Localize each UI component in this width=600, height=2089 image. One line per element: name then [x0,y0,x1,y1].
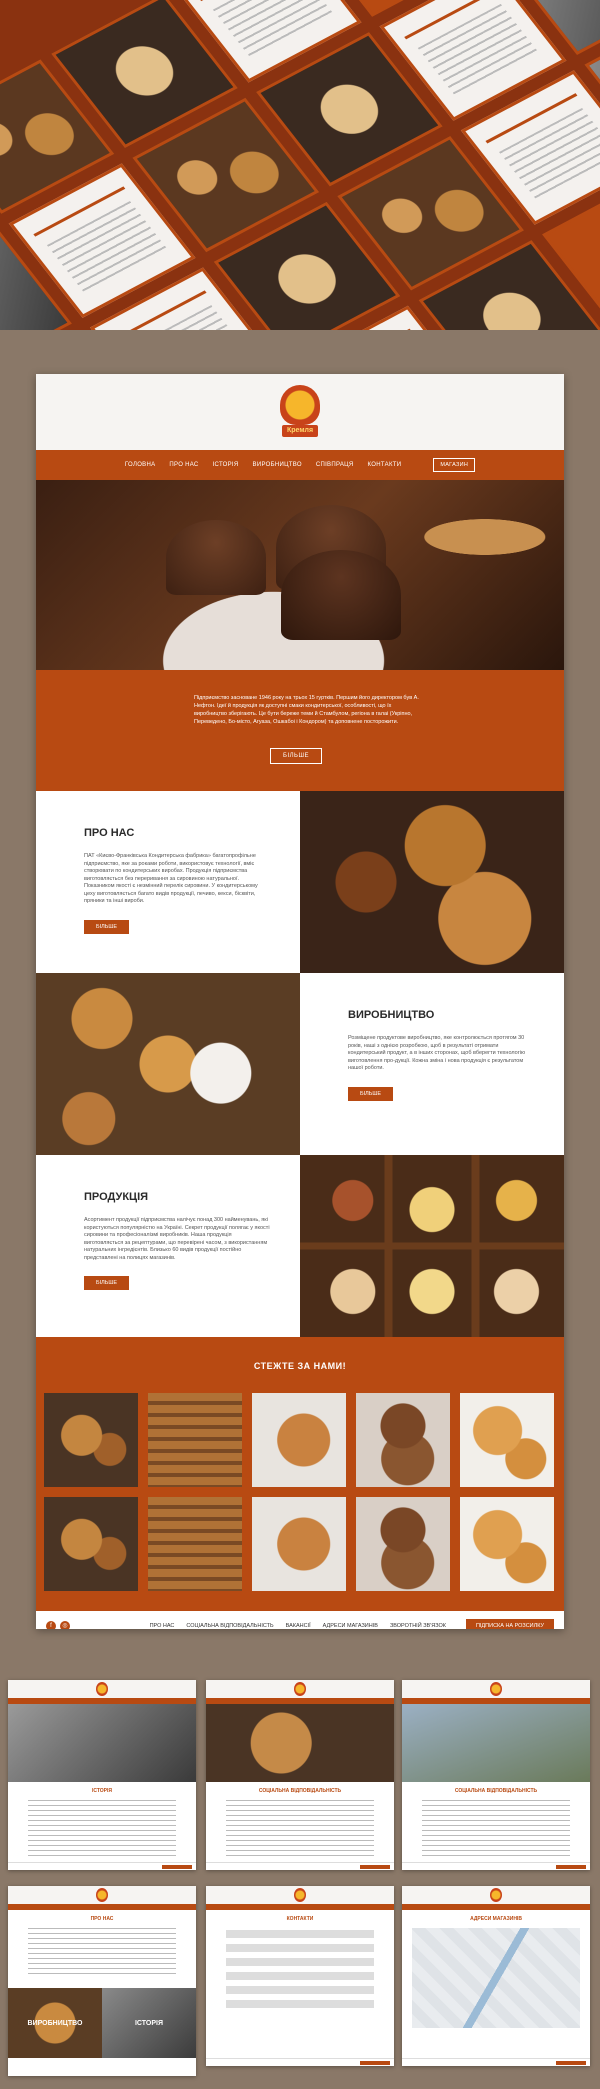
social-photo[interactable] [460,1497,554,1591]
intro-section: Підприємство засноване 1946 року на трьо… [36,670,564,791]
about-more-button[interactable]: БІЛЬШЕ [84,919,130,934]
products-text: Асортимент продукції підприємства налічу… [84,1217,270,1261]
logo-text: Кремля [282,425,318,437]
contact-form [226,1930,374,2010]
about-title: ПРО НАС [84,827,135,839]
page-thumb-about: ПРО НАС ВИРОБНИЦТВО ІСТОРІЯ [8,1886,196,2076]
social-photo[interactable] [44,1497,138,1591]
buns-image [36,973,300,1155]
social-photo[interactable] [356,1393,450,1487]
production-more-button[interactable]: БІЛЬШЕ [348,1086,394,1101]
crown-icon [490,1888,502,1902]
main-nav: ГОЛОВНА ПРО НАС ІСТОРІЯ ВИРОБНИЦТВО СПІВ… [36,450,564,480]
nav-item-about[interactable]: ПРО НАС [169,462,198,468]
subscribe-button[interactable]: ПІДПИСКА НА РОЗСИЛКУ [465,1619,554,1629]
production-text: Розміщене продуктове виробництво, яке ко… [348,1035,526,1071]
intro-more-button[interactable]: БІЛЬШЕ [270,748,322,764]
nav-item-home[interactable]: ГОЛОВНА [125,462,156,468]
social-photo[interactable] [356,1497,450,1591]
intro-text: Підприємство засноване 1946 року на трьо… [194,695,419,725]
thumb-history-label[interactable]: ІСТОРІЯ [102,1988,196,2058]
instagram-icon[interactable]: ◎ [60,1621,70,1629]
preview-collage [0,0,600,330]
about-row: ПРО НАС ПАТ «Києво-Франківська Кондитерс… [36,791,564,973]
production-row: ВИРОБНИЦТВО Розміщене продуктове виробни… [36,973,564,1155]
crown-icon [490,1682,502,1696]
shops-map[interactable] [412,1928,580,2028]
crown-icon [280,385,320,425]
thumb-title: АДРЕСИ МАГАЗИНІВ [470,1916,522,1922]
footer-link-vacancies[interactable]: ВАКАНСІЇ [286,1623,311,1629]
shop-button[interactable]: МАГАЗИН [433,458,476,472]
footer-links: ПРО НАС СОЦІАЛЬНА ВІДПОВІДАЛЬНІСТЬ ВАКАН… [150,1619,554,1629]
thumb-title: ІСТОРІЯ [91,1788,112,1794]
facebook-icon[interactable]: f [46,1621,56,1629]
thumb-title: СОЦІАЛЬНА ВІДПОВІДАЛЬНІСТЬ [454,1788,538,1794]
crown-icon [96,1888,108,1902]
social-photo[interactable] [460,1393,554,1487]
page-thumb-social-2: СОЦІАЛЬНА ВІДПОВІДАЛЬНІСТЬ [402,1680,590,1870]
nav-item-history[interactable]: ІСТОРІЯ [213,462,239,468]
footer-link-social[interactable]: СОЦІАЛЬНА ВІДПОВІДАЛЬНІСТЬ [186,1623,273,1629]
crown-icon [96,1682,108,1696]
header: Кремля [36,374,564,450]
production-text-block: ВИРОБНИЦТВО Розміщене продуктове виробни… [300,973,564,1155]
nav-item-contacts[interactable]: КОНТАКТИ [368,462,402,468]
page-thumb-history: ІСТОРІЯ [8,1680,196,1870]
muffin-image [281,550,401,640]
nav-item-partnership[interactable]: СПІВПРАЦЯ [316,462,354,468]
about-text: ПАТ «Києво-Франківська Кондитерська фабр… [84,853,258,904]
hero-image-muffins [36,480,564,670]
follow-us-section: СТЕЖТЕ ЗА НАМИ! [36,1337,564,1611]
page-thumb-shops: АДРЕСИ МАГАЗИНІВ [402,1886,590,2066]
crown-icon [294,1682,306,1696]
follow-title: СТЕЖТЕ ЗА НАМИ! [253,1361,347,1371]
footer: f ◎ ПРО НАС СОЦІАЛЬНА ВІДПОВІДАЛЬНІСТЬ В… [36,1611,564,1629]
brand-logo[interactable]: Кремля [276,385,324,439]
cookie-box-image [300,1155,564,1337]
production-title: ВИРОБНИЦТВО [348,1009,435,1021]
social-photo[interactable] [148,1497,242,1591]
thumb-title: КОНТАКТИ [286,1916,314,1922]
thumb-production-label[interactable]: ВИРОБНИЦТВО [8,1988,102,2058]
page-thumb-social: СОЦІАЛЬНА ВІДПОВІДАЛЬНІСТЬ [206,1680,394,1870]
homepage-mockup: Кремля ГОЛОВНА ПРО НАС ІСТОРІЯ ВИРОБНИЦТ… [36,374,564,1629]
footer-link-shops[interactable]: АДРЕСИ МАГАЗИНІВ [323,1623,378,1629]
thumb-image [206,1704,394,1782]
social-photo[interactable] [252,1393,346,1487]
thumb-image [8,1704,196,1782]
about-text-block: ПРО НАС ПАТ «Києво-Франківська Кондитерс… [36,791,300,973]
products-row: ПРОДУКЦІЯ Асортимент продукції підприємс… [36,1155,564,1337]
instagram-grid [44,1393,554,1591]
social-photo[interactable] [44,1393,138,1487]
products-text-block: ПРОДУКЦІЯ Асортимент продукції підприємс… [36,1155,300,1337]
products-more-button[interactable]: БІЛЬШЕ [84,1276,130,1290]
crown-icon [294,1888,306,1902]
page-thumb-contacts: КОНТАКТИ [206,1886,394,2066]
products-title: ПРОДУКЦІЯ [84,1191,149,1203]
thumb-title: СОЦІАЛЬНА ВІДПОВІДАЛЬНІСТЬ [258,1788,342,1794]
nav-item-production[interactable]: ВИРОБНИЦТВО [253,462,302,468]
muffin-image [166,520,266,595]
thumb-title: ПРО НАС [90,1916,114,1922]
thumb-image [402,1704,590,1782]
social-photo[interactable] [148,1393,242,1487]
footer-link-feedback[interactable]: ЗВОРОТНІЙ ЗВ'ЯЗОК [390,1623,446,1629]
social-photo[interactable] [252,1497,346,1591]
footer-link-about[interactable]: ПРО НАС [150,1623,175,1629]
cookies-image [300,791,564,973]
